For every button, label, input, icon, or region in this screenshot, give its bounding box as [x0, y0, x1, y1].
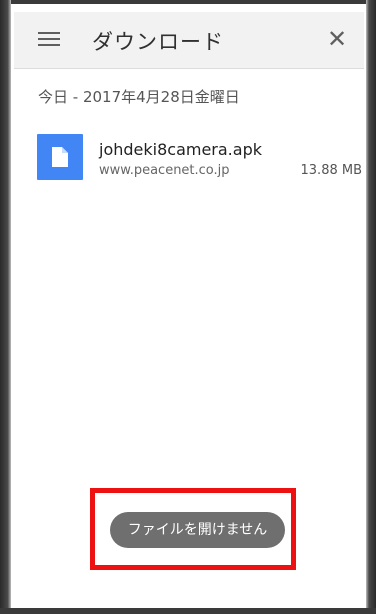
page-title: ダウンロード	[92, 30, 224, 54]
device-frame-right	[366, 0, 376, 614]
file-size: 13.88 MB	[300, 163, 362, 178]
toast-message: ファイルを開けません	[110, 512, 285, 548]
download-list-item[interactable]: johdeki8camera.apk www.peacenet.co.jp 13…	[36, 128, 362, 188]
file-domain: www.peacenet.co.jp	[99, 163, 230, 178]
file-name: johdeki8camera.apk	[99, 140, 262, 159]
device-frame-left	[0, 0, 11, 614]
device-frame-top	[0, 0, 376, 4]
close-icon[interactable]: ✕	[324, 26, 350, 52]
device-frame-bottom	[0, 608, 376, 614]
screen: ダウンロード ✕ 今日 - 2017年4月28日金曜日 johdeki8came…	[0, 0, 376, 614]
toolbar: ダウンロード ✕	[14, 12, 364, 69]
date-header: 今日 - 2017年4月28日金曜日	[38, 88, 240, 106]
hamburger-menu-icon[interactable]	[38, 31, 60, 47]
file-icon	[37, 134, 83, 180]
